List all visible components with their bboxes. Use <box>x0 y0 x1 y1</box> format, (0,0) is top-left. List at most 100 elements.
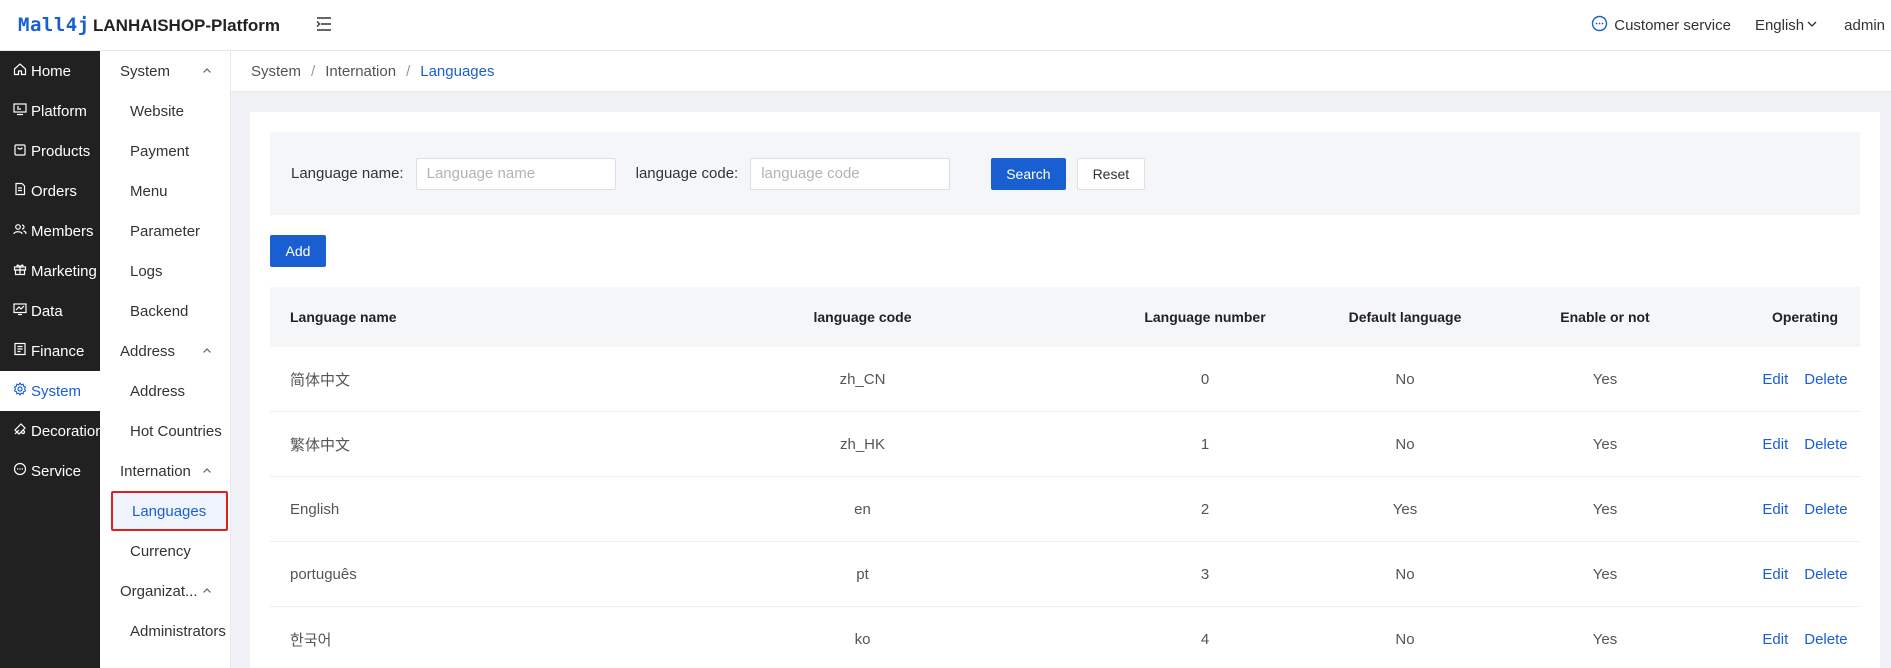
breadcrumb-item[interactable]: Internation <box>325 63 396 80</box>
cell-default-language: No <box>1395 435 1415 453</box>
sidebar-item-label: Home <box>31 62 72 80</box>
submenu-item-logs[interactable]: Logs <box>100 251 230 291</box>
sidebar-item-orders[interactable]: Orders <box>0 171 100 211</box>
language-label: English <box>1754 17 1805 34</box>
submenu-group-internation[interactable]: Internation <box>100 451 230 491</box>
document-icon <box>13 182 31 200</box>
sidebar-item-label: Finance <box>31 342 85 360</box>
sidebar-item-label: Products <box>31 142 91 160</box>
breadcrumb-item[interactable]: System <box>251 63 301 80</box>
sidebar-item-products[interactable]: Products <box>0 131 100 171</box>
language-name-label: Language name: <box>291 165 404 182</box>
cell-operating: Edit Delete <box>1705 371 1891 388</box>
sidebar-item-home[interactable]: Home <box>0 51 100 91</box>
home-icon <box>13 62 31 80</box>
sidebar-item-label: Service <box>31 462 82 480</box>
edit-link[interactable]: Edit <box>1762 371 1788 388</box>
language-name-input[interactable] <box>415 157 616 190</box>
gear-icon <box>13 382 31 400</box>
submenu-item-currency[interactable]: Currency <box>100 531 230 571</box>
submenu-item-payment[interactable]: Payment <box>100 131 230 171</box>
submenu-item-menu[interactable]: Menu <box>100 171 230 211</box>
logo[interactable]: Mall4j <box>18 14 90 36</box>
language-code-input[interactable] <box>750 157 951 190</box>
submenu-group-address[interactable]: Address <box>100 331 230 371</box>
sidebar-item-marketing[interactable]: Marketing <box>0 251 100 291</box>
sidebar-item-label: Orders <box>31 182 77 200</box>
cell-language-number: 2 <box>1200 500 1210 518</box>
cell-enabled: Yes <box>1592 630 1618 648</box>
cell-language-number: 0 <box>1200 370 1210 388</box>
chat-bubble-icon <box>1591 15 1614 36</box>
column-header: Language name <box>290 309 397 325</box>
sidebar-item-system[interactable]: System <box>0 371 100 411</box>
search-form: Language name: language code: Search Res… <box>270 132 1860 215</box>
edit-link[interactable]: Edit <box>1762 501 1788 518</box>
table-row: português pt 3 No Yes Edit Delete <box>270 542 1860 607</box>
monitor-icon <box>13 102 31 120</box>
cell-enabled: Yes <box>1592 435 1618 453</box>
chevron-down-icon <box>1804 17 1818 34</box>
column-header: Default language <box>1348 309 1462 325</box>
sidebar-item-decoration[interactable]: Decoration <box>0 411 104 451</box>
cell-language-code: zh_CN <box>839 370 886 388</box>
cell-language-code: en <box>854 500 871 518</box>
column-header: language code <box>813 309 912 325</box>
submenu-item-website[interactable]: Website <box>100 91 230 131</box>
cell-default-language: No <box>1395 630 1415 648</box>
cell-language-number: 3 <box>1200 565 1210 583</box>
language-dropdown[interactable]: English <box>1755 17 1818 34</box>
cell-language-code: ko <box>854 630 871 648</box>
submenu-item-hot-countries[interactable]: Hot Countries <box>100 411 230 451</box>
sidebar-item-members[interactable]: Members <box>0 211 100 251</box>
submenu-item-parameter[interactable]: Parameter <box>100 211 230 251</box>
column-header: Language number <box>1144 309 1266 325</box>
table-row: 繁体中文 zh_HK 1 No Yes Edit Delete <box>270 412 1860 477</box>
add-button[interactable]: Add <box>270 235 326 267</box>
cell-operating: Edit Delete <box>1705 566 1891 583</box>
bag-icon <box>13 142 31 160</box>
delete-link[interactable]: Delete <box>1804 371 1847 388</box>
cell-enabled: Yes <box>1592 565 1618 583</box>
edit-link[interactable]: Edit <box>1762 631 1788 648</box>
ledger-icon <box>13 342 31 360</box>
breadcrumb-separator: / <box>406 62 411 80</box>
submenu-item-address[interactable]: Address <box>100 371 230 411</box>
submenu-group-organization[interactable]: Organizat... <box>100 571 230 611</box>
sidebar-item-service[interactable]: Service <box>0 451 100 491</box>
cell-operating: Edit Delete <box>1705 436 1891 453</box>
chevron-up-icon <box>202 463 212 480</box>
content-card: Language name: language code: Search Res… <box>250 112 1880 668</box>
edit-link[interactable]: Edit <box>1762 436 1788 453</box>
delete-link[interactable]: Delete <box>1804 501 1847 518</box>
sidebar-item-label: Data <box>31 302 63 320</box>
delete-link[interactable]: Delete <box>1804 566 1847 583</box>
edit-link[interactable]: Edit <box>1762 566 1788 583</box>
customer-service-link[interactable]: Customer service <box>1591 15 1731 36</box>
sidebar-item-data[interactable]: Data <box>0 291 100 331</box>
delete-link[interactable]: Delete <box>1804 631 1847 648</box>
cell-language-name: English <box>290 500 340 518</box>
cell-default-language: Yes <box>1392 500 1418 518</box>
language-code-label: language code: <box>635 165 739 182</box>
sidebar-item-label: Members <box>31 222 94 240</box>
submenu-group-system[interactable]: System <box>100 51 230 91</box>
sidebar-item-label: Decoration <box>31 422 104 440</box>
cell-enabled: Yes <box>1592 500 1618 518</box>
chart-icon <box>13 302 31 320</box>
delete-link[interactable]: Delete <box>1804 436 1847 453</box>
sidebar-item-finance[interactable]: Finance <box>0 331 100 371</box>
chevron-up-icon <box>202 343 212 360</box>
reset-button[interactable]: Reset <box>1076 157 1146 190</box>
submenu-item-administrators[interactable]: Administrators <box>100 611 230 651</box>
chevron-up-icon <box>202 63 212 80</box>
user-menu[interactable]: admin <box>1844 17 1885 34</box>
collapse-menu-icon[interactable] <box>316 17 332 31</box>
submenu-item-backend[interactable]: Backend <box>100 291 230 331</box>
cell-language-code: pt <box>856 565 869 583</box>
submenu-item-languages[interactable]: Languages <box>111 491 228 531</box>
table-row: 한국어 ko 4 No Yes Edit Delete <box>270 607 1860 668</box>
sidebar-item-label: Platform <box>31 102 87 120</box>
sidebar-item-platform[interactable]: Platform <box>0 91 100 131</box>
search-button[interactable]: Search <box>991 157 1066 190</box>
